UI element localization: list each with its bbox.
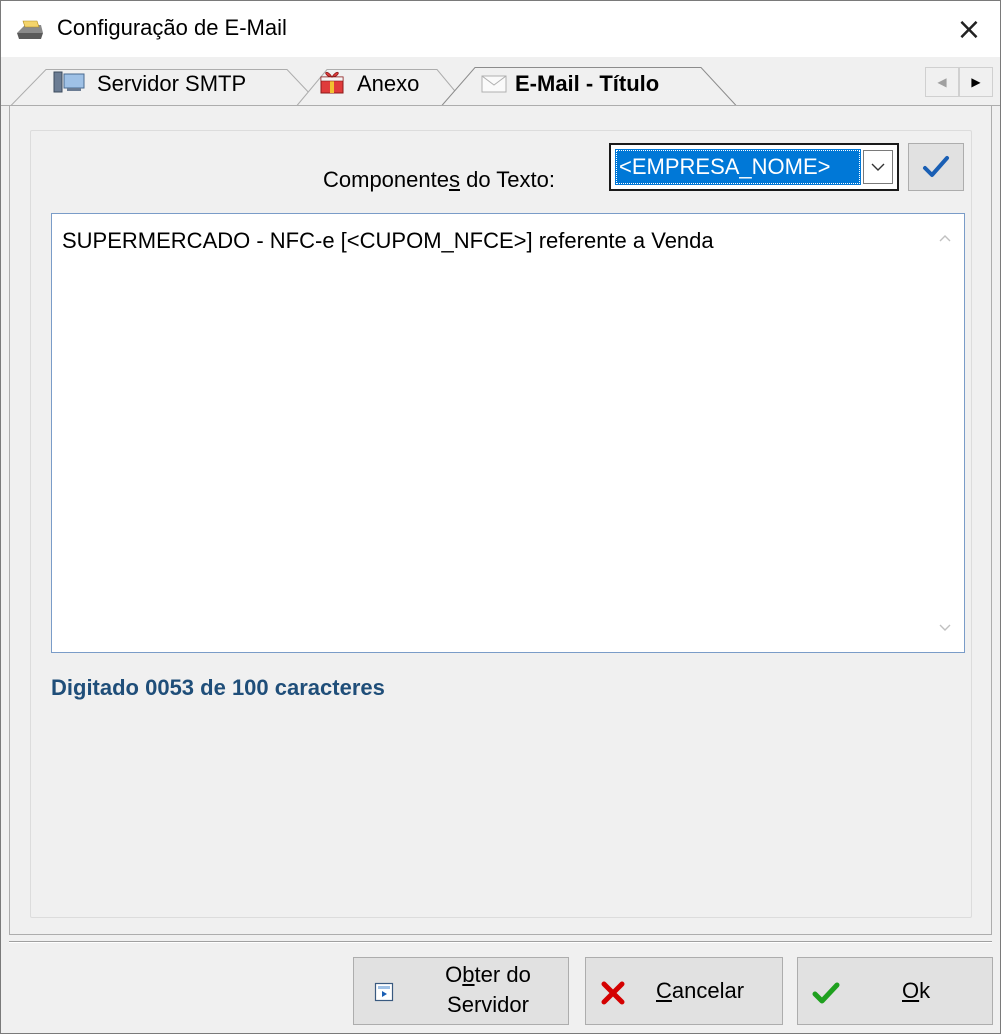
cancelar-label: Cancelar <box>656 978 745 1003</box>
email-config-window: Configuração de E-Mail × Servidor SMTP A… <box>0 0 1001 1034</box>
envelope-icon <box>481 75 507 93</box>
printer-icon <box>17 20 43 39</box>
combobox-dropdown-button[interactable] <box>863 150 893 184</box>
window-title: Configuração de E-Mail <box>57 15 287 40</box>
email-title-text: SUPERMERCADO - NFC-e [<CUPOM_NFCE>] refe… <box>62 228 714 253</box>
tab-servidor-smtp[interactable]: Servidor SMTP <box>97 71 246 97</box>
tab-scroll-right-button[interactable]: ▶ <box>959 67 993 97</box>
gift-icon <box>320 71 344 94</box>
scroll-up-icon[interactable] <box>935 228 955 248</box>
ok-check-icon <box>812 982 840 1004</box>
components-label: Componentes do Texto: <box>323 167 555 192</box>
tab-strip: Servidor SMTP Anexo E-Mail - Título ◀ ▶ <box>1 57 1000 107</box>
vertical-scrollbar[interactable] <box>926 214 964 652</box>
scroll-left-icon: ◀ <box>937 75 947 89</box>
checkmark-icon <box>923 156 949 177</box>
scroll-down-icon[interactable] <box>935 618 955 638</box>
cancel-x-icon <box>601 981 625 1005</box>
chevron-down-icon <box>871 163 885 171</box>
cancelar-button[interactable]: Cancelar <box>585 957 783 1025</box>
close-button[interactable]: × <box>938 1 1000 57</box>
import-icon <box>374 982 394 1002</box>
components-selected-value: <EMPRESA_NOME> <box>615 149 861 185</box>
insert-component-button[interactable] <box>908 143 964 191</box>
ok-button[interactable]: Ok <box>797 957 993 1025</box>
server-icon <box>53 71 85 93</box>
tab-email-titulo[interactable]: E-Mail - Título <box>515 71 659 97</box>
obter-do-servidor-button[interactable]: Obter do Servidor <box>353 957 569 1025</box>
components-combobox[interactable]: <EMPRESA_NOME> <box>609 143 899 191</box>
tab-scroll-left-button[interactable]: ◀ <box>925 67 959 97</box>
footer-separator <box>9 941 992 943</box>
scroll-right-icon: ▶ <box>971 75 981 89</box>
title-bar: Configuração de E-Mail × <box>1 1 1000 57</box>
email-title-textarea[interactable]: SUPERMERCADO - NFC-e [<CUPOM_NFCE>] refe… <box>51 213 965 653</box>
close-icon: × <box>956 11 982 47</box>
tab-anexo[interactable]: Anexo <box>357 71 419 97</box>
ok-label: Ok <box>902 978 931 1003</box>
character-counter: Digitado 0053 de 100 caracteres <box>51 675 385 700</box>
obter-label: Obter do Servidor <box>445 962 531 1017</box>
